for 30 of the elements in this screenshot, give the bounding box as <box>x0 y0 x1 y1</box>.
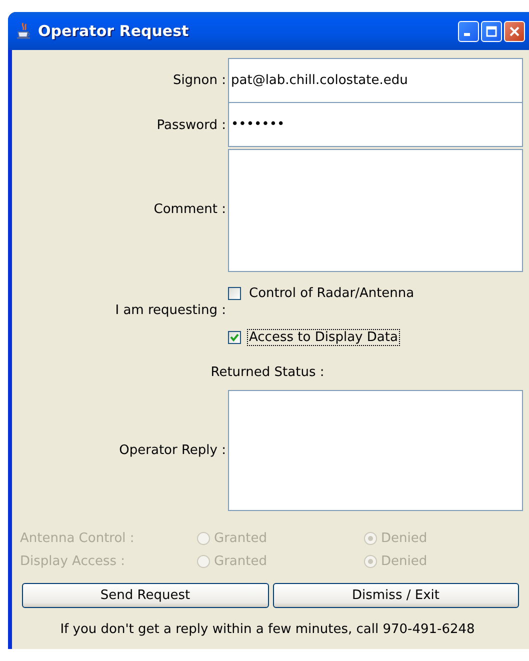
close-icon <box>509 26 520 36</box>
field-label: Comment : <box>152 202 227 217</box>
radio-label: Granted <box>214 531 267 546</box>
field-label: Operator Reply : <box>118 443 227 458</box>
footer-note: If you don't get a reply within a few minutes, call 970-491-6248 <box>59 621 476 637</box>
signon-field[interactable]: pat@lab.chill.colostate.edu <box>228 58 523 103</box>
checkbox-label[interactable]: Control of Radar/Antenna <box>247 284 416 302</box>
maximize-button[interactable] <box>481 20 502 42</box>
checkbox[interactable] <box>228 330 241 344</box>
radio-label: Denied <box>381 554 428 569</box>
password-field[interactable]: ••••••• <box>228 102 523 147</box>
section-heading: Returned Status : <box>210 364 326 382</box>
comment-field[interactable] <box>228 149 523 272</box>
minimize-button[interactable] <box>458 20 479 42</box>
minimize-icon <box>464 32 470 36</box>
dialog-button[interactable]: Send Request <box>22 583 268 608</box>
status-label: Display Access : <box>20 554 126 569</box>
checkbox[interactable] <box>228 286 241 300</box>
window-title: Operator Request <box>38 22 190 40</box>
status-label: Antenna Control : <box>20 531 136 546</box>
dialog-button[interactable]: Dismiss / Exit <box>272 583 519 608</box>
radio-label: Granted <box>214 554 267 569</box>
radio-label: Denied <box>381 531 428 546</box>
close-button[interactable] <box>504 20 525 42</box>
checkbox-label[interactable]: Access to Display Data <box>247 328 400 346</box>
maximize-icon <box>486 26 497 36</box>
field-label: Password : <box>156 118 227 132</box>
coffee-cup-icon <box>16 22 32 40</box>
field-label: Signon : <box>172 73 227 88</box>
field-label: I am requesting : <box>114 302 227 318</box>
